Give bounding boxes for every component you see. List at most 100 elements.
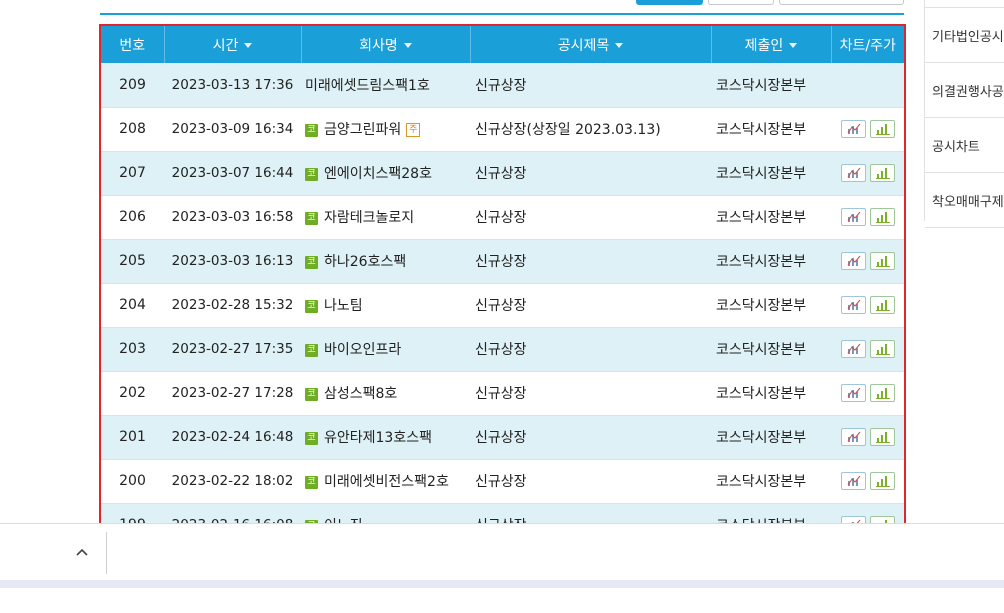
- header-title[interactable]: 공시제목: [470, 26, 712, 63]
- chevron-up-icon[interactable]: [76, 544, 88, 560]
- row-chart: [831, 283, 904, 327]
- row-time: 2023-02-22 18:02: [171, 473, 294, 489]
- row-title: 신규상장: [470, 151, 711, 195]
- row-time: 2023-02-24 16:48: [171, 429, 294, 445]
- company-name-link[interactable]: 삼성스팩8호: [324, 386, 397, 402]
- kosdaq-badge-icon: 코: [305, 123, 318, 137]
- side-menu-item[interactable]: 착오매매구제: [925, 173, 1004, 228]
- row-chart: [831, 371, 904, 415]
- stock-price-icon[interactable]: [869, 384, 895, 402]
- row-chart: [831, 239, 904, 283]
- sort-down-icon[interactable]: [244, 43, 253, 48]
- row-time: 2023-03-03 16:13: [171, 253, 294, 269]
- chart-icon[interactable]: [840, 164, 866, 182]
- row-company: 코 바이오인프라: [301, 327, 470, 371]
- company-name-link[interactable]: 엔에이치스팩28호: [324, 166, 432, 182]
- row-num: 207: [119, 165, 146, 181]
- company-name-link[interactable]: 하나26호스팩: [324, 254, 406, 270]
- company-name-link[interactable]: 자람테크놀로지: [324, 210, 414, 226]
- company-name-link[interactable]: 미래에셋드림스팩1호: [305, 78, 430, 94]
- side-menu-item[interactable]: 의결권행사공시: [925, 63, 1004, 118]
- stock-price-icon[interactable]: [869, 472, 895, 490]
- toolbar-button[interactable]: [779, 0, 904, 5]
- chart-icon[interactable]: [840, 428, 866, 446]
- row-title: 신규상장: [470, 327, 711, 371]
- stock-price-icon[interactable]: [869, 340, 895, 358]
- kosdaq-badge-icon: 코: [305, 211, 318, 225]
- header-submitter[interactable]: 제출인: [711, 26, 832, 63]
- company-name-link[interactable]: 미래에셋비전스팩2호: [324, 474, 449, 490]
- row-company: 코 자람테크놀로지: [301, 195, 470, 239]
- row-num: 201: [119, 429, 146, 445]
- row-num: 204: [119, 297, 146, 313]
- row-time: 2023-03-07 16:44: [171, 165, 294, 181]
- row-time: 2023-02-27 17:28: [171, 385, 294, 401]
- row-submitter: 코스닥시장본부: [716, 342, 807, 358]
- stock-price-icon[interactable]: [869, 428, 895, 446]
- company-name-link[interactable]: 나노팀: [324, 298, 363, 314]
- table-row: 207 2023-03-07 16:44 코 엔에이치스팩28호 신규상장 코스닥시장본부: [101, 151, 904, 195]
- search-button[interactable]: [636, 0, 703, 5]
- company-name-link[interactable]: 금양그린파워: [324, 122, 401, 138]
- row-company: 코 유안타제13호스팩: [301, 415, 470, 459]
- company-name-link[interactable]: 유안타제13호스팩: [324, 430, 432, 446]
- stock-price-icon[interactable]: [869, 164, 895, 182]
- header-time[interactable]: 시간: [164, 26, 302, 63]
- row-company: 코 삼성스팩8호: [301, 371, 470, 415]
- chart-icon[interactable]: [840, 296, 866, 314]
- side-menu-item[interactable]: 공시차트: [925, 118, 1004, 173]
- table-row: 201 2023-02-24 16:48 코 유안타제13호스팩 신규상장 코스닥시장본부: [101, 415, 904, 459]
- row-title: 신규상장: [470, 415, 711, 459]
- sort-down-icon[interactable]: [403, 43, 412, 48]
- stock-price-icon[interactable]: [869, 120, 895, 138]
- disclosure-title-link[interactable]: 신규상장: [475, 342, 527, 358]
- table-row: 200 2023-02-22 18:02 코 미래에셋비전스팩2호 신규상장 코스닥시장본…: [101, 459, 904, 503]
- chart-icon[interactable]: [840, 120, 866, 138]
- stock-price-icon[interactable]: [869, 252, 895, 270]
- disclosure-title-link[interactable]: 신규상장: [475, 298, 527, 314]
- chart-icon[interactable]: [840, 208, 866, 226]
- toolbar-button[interactable]: [708, 0, 774, 5]
- company-name-link[interactable]: 바이오인프라: [324, 342, 401, 358]
- row-time: 2023-02-28 15:32: [171, 297, 294, 313]
- sort-down-icon[interactable]: [615, 43, 624, 48]
- stock-price-icon[interactable]: [869, 296, 895, 314]
- row-company: 코 엔에이치스팩28호: [301, 151, 470, 195]
- row-submitter: 코스닥시장본부: [716, 254, 807, 270]
- disclosure-title-link[interactable]: 신규상장: [475, 210, 527, 226]
- disclosure-title-link[interactable]: 신규상장: [475, 474, 527, 490]
- header-num-label: 번호: [119, 37, 146, 54]
- row-chart: [831, 63, 904, 107]
- note-tag-icon: 주: [406, 123, 421, 137]
- header-chart: 차트/주가: [831, 26, 904, 63]
- side-menu-item[interactable]: 기타법인공시: [925, 8, 1004, 63]
- sort-down-icon[interactable]: [789, 43, 798, 48]
- header-company-label: 회사명: [359, 37, 398, 54]
- disclosure-title-link[interactable]: 신규상장: [475, 166, 527, 182]
- chart-icon[interactable]: [840, 252, 866, 270]
- disclosure-title-link[interactable]: 신규상장: [475, 254, 527, 270]
- disclosure-title-link[interactable]: 신규상장: [475, 78, 527, 94]
- kosdaq-badge-icon: 코: [305, 343, 318, 357]
- chart-icon[interactable]: [840, 472, 866, 490]
- toolbar-divider: [100, 13, 904, 15]
- panel-divider: [106, 532, 107, 574]
- chart-icon[interactable]: [840, 384, 866, 402]
- row-company: 코 금양그린파워 주: [301, 107, 470, 151]
- table-row: 208 2023-03-09 16:34 코 금양그린파워 주 신규상장(상장일 2023…: [101, 107, 904, 151]
- kosdaq-badge-icon: 코: [305, 167, 318, 181]
- row-time: 2023-03-03 16:58: [171, 209, 294, 225]
- kosdaq-badge-icon: 코: [305, 475, 318, 489]
- header-title-label: 공시제목: [557, 37, 610, 54]
- side-menu: 기타법인공시 의결권행사공시 공시차트 착오매매구제: [924, 0, 1004, 228]
- stock-price-icon[interactable]: [869, 208, 895, 226]
- header-company[interactable]: 회사명: [301, 26, 471, 63]
- row-num: 203: [119, 341, 146, 357]
- row-time: 2023-03-09 16:34: [171, 121, 294, 137]
- disclosure-title-link[interactable]: 신규상장(상장일 2023.03.13): [475, 122, 661, 138]
- disclosure-title-link[interactable]: 신규상장: [475, 430, 527, 446]
- chart-icon[interactable]: [840, 340, 866, 358]
- disclosure-title-link[interactable]: 신규상장: [475, 386, 527, 402]
- row-title: 신규상장: [470, 63, 711, 107]
- header-time-label: 시간: [212, 37, 239, 54]
